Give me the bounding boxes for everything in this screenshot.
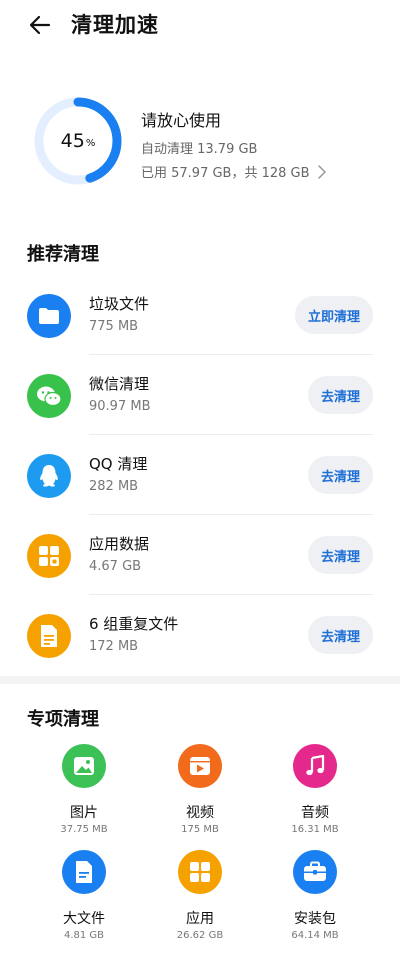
grid-item-apps[interactable]: 应用 26.62 GB <box>150 850 250 941</box>
image-icon <box>62 744 106 788</box>
document-icon <box>62 850 106 894</box>
music-note-icon <box>293 744 337 788</box>
clean-button[interactable]: 去清理 <box>307 456 373 494</box>
recommended-section-title: 推荐清理 <box>27 244 99 265</box>
clean-button[interactable]: 去清理 <box>307 376 373 414</box>
qq-penguin-icon <box>27 454 71 498</box>
storage-status: 请放心使用 <box>141 111 222 130</box>
item-size: 172 MB <box>89 639 139 654</box>
grid-item-install-packages[interactable]: 安装包 64.14 MB <box>265 850 365 941</box>
grid-item-images[interactable]: 图片 37.75 MB <box>34 744 134 835</box>
storage-percent: 45 % <box>32 95 124 187</box>
auto-clean-amount: 自动清理 13.79 GB <box>141 142 258 157</box>
item-size: 90.97 MB <box>89 399 151 414</box>
grid-item-name: 应用 <box>186 911 214 927</box>
list-item-wechat[interactable]: 微信清理 90.97 MB 去清理 <box>0 355 400 435</box>
item-name: QQ 清理 <box>89 455 148 473</box>
app-grid-icon <box>178 850 222 894</box>
item-size: 282 MB <box>89 479 139 494</box>
grid-item-large-files[interactable]: 大文件 4.81 GB <box>34 850 134 941</box>
chevron-right-icon <box>317 164 326 179</box>
grid-item-size: 64.14 MB <box>291 930 339 941</box>
item-name: 6 组重复文件 <box>89 615 179 633</box>
clean-button[interactable]: 去清理 <box>307 616 373 654</box>
folder-icon <box>27 294 71 338</box>
grid-item-name: 图片 <box>70 805 98 821</box>
grid-item-size: 16.31 MB <box>291 824 339 835</box>
grid-item-size: 26.62 GB <box>176 930 224 941</box>
grid-item-name: 音频 <box>301 805 329 821</box>
storage-percent-unit: % <box>85 138 96 149</box>
duplicate-file-icon <box>27 614 71 658</box>
grid-item-audio[interactable]: 音频 16.31 MB <box>265 744 365 835</box>
briefcase-icon <box>293 850 337 894</box>
special-clean-grid: 图片 37.75 MB 视频 175 MB 音频 16.31 MB 大文件 4.… <box>0 744 400 956</box>
special-section-title: 专项清理 <box>27 709 99 730</box>
storage-summary[interactable]: 45 % 请放心使用 自动清理 13.79 GB 已用 57.97 GB，共 1… <box>0 95 400 195</box>
grid-item-name: 安装包 <box>294 911 336 927</box>
clean-now-button[interactable]: 立即清理 <box>294 296 373 334</box>
grid-item-size: 4.81 GB <box>63 930 105 941</box>
back-arrow-icon[interactable] <box>27 12 53 38</box>
recommended-list: 垃圾文件 775 MB 立即清理 微信清理 90.97 MB 去清理 QQ 清理… <box>0 275 400 675</box>
list-item-junk-files[interactable]: 垃圾文件 775 MB 立即清理 <box>0 275 400 355</box>
storage-percent-value: 45 <box>60 130 85 152</box>
item-size: 775 MB <box>89 319 139 334</box>
storage-usage-link[interactable]: 已用 57.97 GB，共 128 GB <box>141 162 328 181</box>
storage-info: 请放心使用 自动清理 13.79 GB 已用 57.97 GB，共 128 GB <box>141 107 328 181</box>
list-item-qq[interactable]: QQ 清理 282 MB 去清理 <box>0 435 400 515</box>
grid-item-size: 37.75 MB <box>60 824 108 835</box>
item-name: 垃圾文件 <box>89 295 150 313</box>
video-icon <box>178 744 222 788</box>
grid-item-name: 视频 <box>186 805 214 821</box>
list-item-duplicate-files[interactable]: 6 组重复文件 172 MB 去清理 <box>0 595 400 675</box>
clean-button[interactable]: 去清理 <box>307 536 373 574</box>
app-grid-icon <box>27 534 71 578</box>
page-title: 清理加速 <box>71 13 159 37</box>
grid-item-size: 175 MB <box>181 824 219 835</box>
item-name: 微信清理 <box>89 375 150 393</box>
header-bar: 清理加速 <box>0 0 400 52</box>
grid-item-videos[interactable]: 视频 175 MB <box>150 744 250 835</box>
wechat-icon <box>27 374 71 418</box>
item-name: 应用数据 <box>89 535 150 553</box>
storage-usage-text: 已用 57.97 GB，共 128 GB <box>141 166 310 181</box>
item-size: 4.67 GB <box>89 559 142 574</box>
grid-item-name: 大文件 <box>63 911 105 927</box>
list-item-app-data[interactable]: 应用数据 4.67 GB 去清理 <box>0 515 400 595</box>
section-separator <box>0 676 400 684</box>
